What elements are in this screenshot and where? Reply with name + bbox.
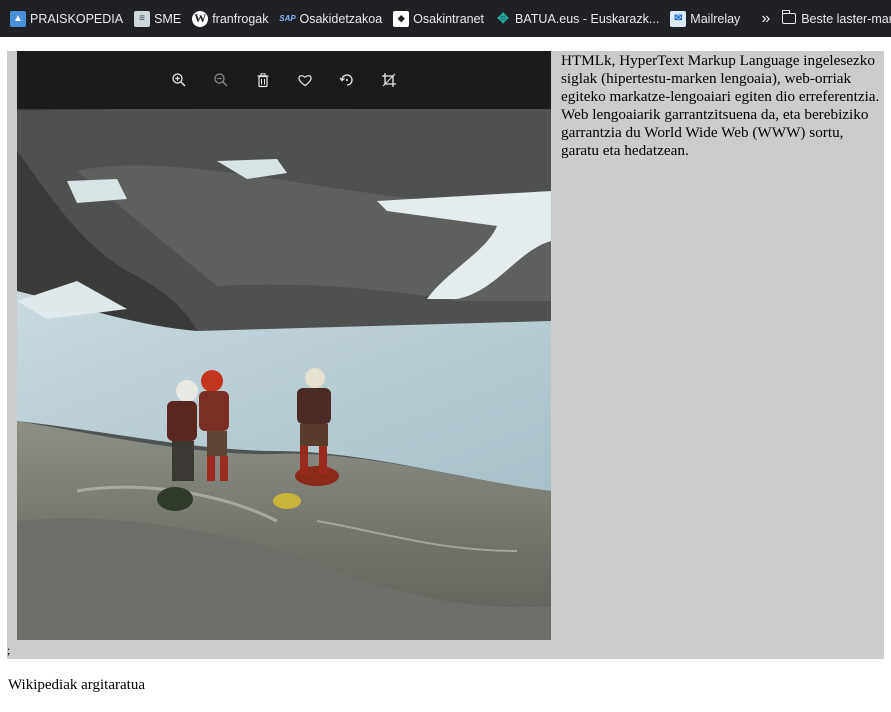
sme-icon: ≡ — [134, 10, 151, 27]
bookmark-osakidetzakoa[interactable]: SAP Osakidetzakoa — [279, 11, 382, 27]
batua-icon: ✥ — [497, 10, 509, 26]
osakintranet-icon: ◆ — [393, 10, 410, 27]
bookmark-sme[interactable]: ≡ SME — [134, 10, 182, 27]
content-box: HTMLk, HyperText Markup Language ingeles… — [7, 51, 884, 659]
bookmark-label: Osakintranet — [413, 11, 485, 26]
other-bookmarks-folder[interactable]: Beste laster-markak — [781, 10, 891, 26]
climbers-on-glacier-photo — [17, 51, 551, 640]
bookmark-mailrelay[interactable]: ✉ Mailrelay — [670, 10, 741, 27]
bookmark-batua[interactable]: ✥ BATUA.eus - Euskarazk... — [495, 10, 660, 27]
bookmark-label: franfrogak — [212, 11, 269, 26]
praiskopedia-icon: ▲ — [10, 10, 26, 27]
zoom-in-icon[interactable] — [168, 69, 190, 91]
bookmark-osakintranet[interactable]: ◆ Osakintranet — [393, 10, 485, 27]
image-viewer[interactable] — [17, 51, 551, 640]
image-toolbar — [17, 51, 551, 109]
other-bookmarks-label: Beste laster-markak — [801, 11, 891, 26]
bookmark-label: BATUA.eus - Euskarazk... — [515, 11, 660, 26]
wordpress-icon: W — [192, 10, 209, 27]
bookmark-label: SME — [154, 11, 182, 26]
bookmark-praiskopedia[interactable]: ▲ PRAISKOPEDIA — [10, 10, 124, 27]
heart-icon[interactable] — [294, 69, 316, 91]
crop-icon[interactable] — [378, 69, 400, 91]
chevron-double-right-icon[interactable]: » — [761, 10, 770, 28]
stray-semicolon: ; — [7, 643, 11, 657]
bookmark-label: Mailrelay — [690, 11, 741, 26]
zoom-out-icon[interactable] — [210, 69, 232, 91]
sap-icon: SAP — [279, 14, 296, 23]
bookmark-label: PRAISKOPEDIA — [30, 11, 124, 26]
article-paragraph: HTMLk, HyperText Markup Language ingeles… — [561, 52, 880, 159]
folder-icon — [781, 10, 797, 24]
footer-text: Wikipediak argitaratua — [8, 677, 145, 693]
bookmark-label: Osakidetzakoa — [299, 11, 383, 26]
bookmark-franfrogak[interactable]: W franfrogak — [192, 10, 269, 27]
trash-icon[interactable] — [252, 69, 274, 91]
rotate-icon[interactable] — [336, 69, 358, 91]
bookmarks-bar: ▲ PRAISKOPEDIA ≡ SME W franfrogak SAP Os… — [0, 0, 891, 37]
mailrelay-icon: ✉ — [670, 10, 687, 27]
